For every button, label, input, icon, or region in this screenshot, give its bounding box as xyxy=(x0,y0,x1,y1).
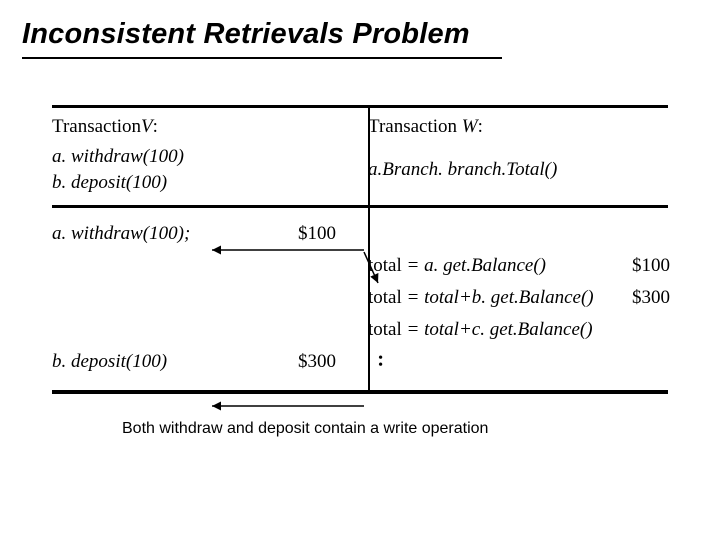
row-opV: a. withdraw(100); xyxy=(52,223,298,245)
table-row: a. withdraw(100); $100 xyxy=(52,208,668,250)
row-amtW: $100 xyxy=(632,255,686,277)
row-opW: total = total+b. get.Balance() xyxy=(368,287,632,309)
row-opW-total: total xyxy=(368,319,402,340)
header-w-pre: Transaction xyxy=(368,116,462,137)
table-row: b. deposit(100) $300 • • xyxy=(52,346,668,390)
subheader-w-ops: a.Branch. branch.Total() xyxy=(368,144,632,195)
header-v-pre: Transaction xyxy=(52,116,141,137)
footnote-text: Both withdraw and deposit contain a writ… xyxy=(122,420,698,438)
row-opW-total: total xyxy=(368,255,402,276)
title-underline xyxy=(22,57,502,59)
header-transaction-v: TransactionV: xyxy=(52,116,298,138)
subheader-v-ops: a. withdraw(100) b. deposit(100) xyxy=(52,144,298,195)
subheader-spacer-1 xyxy=(298,144,368,195)
header-v-var: V xyxy=(141,116,153,137)
header-w-var: W xyxy=(462,116,478,137)
header-spacer-2 xyxy=(632,116,686,138)
header-v-post: : xyxy=(153,116,158,137)
row-opV: b. deposit(100) xyxy=(52,351,298,373)
row-opW-expr: = a. get.Balance() xyxy=(402,255,546,276)
row-amtV: $100 xyxy=(298,223,368,245)
row-opW-total: total xyxy=(368,287,402,308)
subheader-v-line2: b. deposit(100) xyxy=(52,170,298,196)
vertical-separator xyxy=(368,105,370,394)
header-spacer-1 xyxy=(298,116,368,138)
slide: Inconsistent Retrievals Problem Transact… xyxy=(0,0,720,540)
table-body: a. withdraw(100); $100 total = a. get.Ba… xyxy=(52,208,668,394)
row-opW-expr: = total+c. get.Balance() xyxy=(402,319,593,340)
header-transaction-w: Transaction W: xyxy=(368,116,632,138)
row-opW: total = a. get.Balance() xyxy=(368,255,632,277)
table-row: total = a. get.Balance() $100 xyxy=(52,250,668,282)
subheader-v-line1: a. withdraw(100) xyxy=(52,144,298,170)
row-opW: total = total+c. get.Balance() xyxy=(368,319,632,341)
table-row: total = total+c. get.Balance() xyxy=(52,314,668,346)
subheader-w-line1: a.Branch. branch.Total() xyxy=(368,157,557,183)
row-amtV: $300 xyxy=(298,351,368,373)
header-w-post: : xyxy=(478,116,483,137)
table-subheader-row: a. withdraw(100) b. deposit(100) a.Branc… xyxy=(52,144,668,208)
table-header-row: TransactionV: Transaction W: xyxy=(52,105,668,144)
page-title: Inconsistent Retrievals Problem xyxy=(22,18,698,51)
row-opW-expr: = total+b. get.Balance() xyxy=(402,287,594,308)
ellipsis-dots: • • xyxy=(368,355,632,369)
table-row: total = total+b. get.Balance() $300 xyxy=(52,282,668,314)
transactions-table: TransactionV: Transaction W: a. withdraw… xyxy=(52,105,668,394)
subheader-spacer-2 xyxy=(632,144,686,195)
row-amtW: $300 xyxy=(632,287,686,309)
